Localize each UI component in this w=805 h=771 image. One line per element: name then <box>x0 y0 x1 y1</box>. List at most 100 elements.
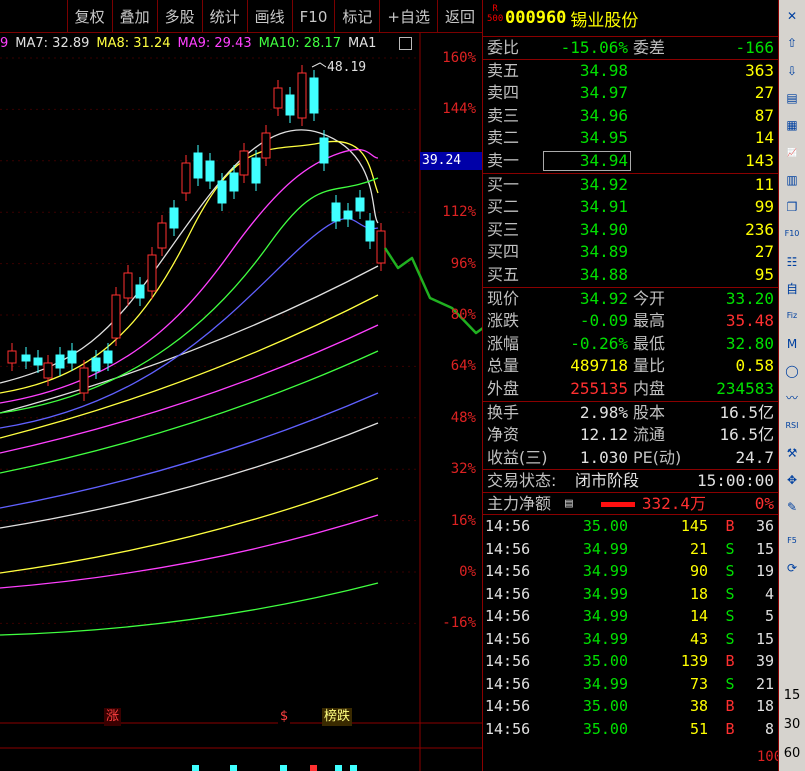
grid-icon[interactable]: ▦ <box>782 115 802 135</box>
toolbar-button-3[interactable]: 统计 <box>201 0 247 33</box>
tick-row[interactable]: 14:56 34.99 18 S 4 <box>483 583 778 606</box>
weibi-value: -15.06% <box>560 38 628 57</box>
tick-row[interactable]: 14:56 34.99 21 S 15 <box>483 538 778 561</box>
quote-stat-row[interactable]: 涨幅 -0.26% 最低 32.80 <box>483 333 778 356</box>
toolbar-button-8[interactable]: 返回 <box>436 0 482 33</box>
toolbar-button-5[interactable]: F10 <box>291 0 335 33</box>
refresh-icon[interactable]: ⟳ <box>782 558 802 578</box>
toolbar-button-6[interactable]: 标记 <box>334 0 379 33</box>
stock-header[interactable]: R 500 000960 锡业股份 <box>483 0 778 37</box>
tick-row[interactable]: 14:56 34.99 43 S 15 <box>483 628 778 651</box>
tick-row[interactable]: 14:56 34.99 73 S 21 <box>483 673 778 696</box>
toolbar-button-2[interactable]: 多股 <box>156 0 202 33</box>
report-icon[interactable]: ▤ <box>782 88 802 108</box>
tick-row[interactable]: 14:56 35.00 38 B 18 <box>483 695 778 718</box>
candle-body <box>229 172 239 192</box>
candle-body <box>7 350 17 364</box>
candle-body <box>331 202 341 222</box>
sell-level-row[interactable]: 卖五 34.98 363 <box>483 60 778 83</box>
tick-row[interactable]: 14:56 35.00 139 B 39 <box>483 650 778 673</box>
quote-stat-row[interactable]: 现价 34.92 今开 33.20 <box>483 288 778 311</box>
candle-body <box>319 137 329 164</box>
pencil-icon[interactable]: ✎ <box>782 497 802 517</box>
sell-order-book: 卖五 34.98 363 卖四 34.97 27 卖三 34.96 87 卖二 34.95 14 卖一 3… <box>483 60 778 174</box>
down-arrow-icon[interactable]: ⇩ <box>782 61 802 81</box>
candle-body <box>67 350 77 364</box>
ma-legend-item: MA9: 29.43 <box>177 36 252 51</box>
close-icon[interactable]: ✕ <box>782 6 802 26</box>
quote-stat-row[interactable]: 涨跌 -0.09 最高 35.48 <box>483 310 778 333</box>
quote-stat-row[interactable]: 外盘 255135 内盘 234583 <box>483 378 778 401</box>
event-marker[interactable]: $ <box>278 708 291 726</box>
margin-badge: R 500 <box>487 4 504 24</box>
fundamental-row[interactable]: 换手 2.98% 股本 16.5亿 <box>483 402 778 425</box>
tick-row[interactable]: 14:56 34.99 90 S 19 <box>483 560 778 583</box>
main-net-row[interactable]: 主力净额 ▤ 332.4万 0% <box>483 493 778 516</box>
ma-legend-item: MA8: 31.24 <box>96 36 171 51</box>
tick-list[interactable]: 14:56 35.00 145 B 36 14:56 34.99 21 S 15 14:56 34.9… <box>483 515 778 740</box>
buy-level-row[interactable]: 买四 34.89 27 <box>483 241 778 264</box>
candle-body <box>79 367 89 394</box>
list-icon[interactable]: ☷ <box>782 252 802 272</box>
candle-body <box>251 157 261 184</box>
up-arrow-icon[interactable]: ⇧ <box>782 33 802 53</box>
buy-level-row[interactable]: 买三 34.90 236 <box>483 219 778 242</box>
f5-icon[interactable]: F5 <box>782 531 802 551</box>
window-icon[interactable]: ❐ <box>782 197 802 217</box>
main-net-bar <box>601 501 635 507</box>
candle-body <box>55 354 65 369</box>
legend-toggle-icon[interactable] <box>399 37 412 50</box>
sell-level-row[interactable]: 卖三 34.96 87 <box>483 105 778 128</box>
percent-tick-label: -16% <box>442 615 476 632</box>
percent-tick-label: 112% <box>442 204 476 221</box>
event-marker[interactable]: 涨 <box>104 708 122 726</box>
ma-line <box>0 392 379 509</box>
circle-icon[interactable]: ◯ <box>782 361 802 381</box>
period-button[interactable]: 15 <box>780 688 804 703</box>
rsi-icon[interactable]: RSI <box>782 416 802 436</box>
quote-stat-row[interactable]: 总量 489718 量比 0.58 <box>483 355 778 378</box>
volume-bar <box>350 765 357 771</box>
sell-level-row[interactable]: 卖二 34.95 14 <box>483 127 778 150</box>
candle-body <box>169 207 179 229</box>
toolbar-button-4[interactable]: 画线 <box>246 0 292 33</box>
tick-row[interactable]: 14:56 35.00 145 B 36 <box>483 515 778 538</box>
ma-legend-item: 9 <box>0 36 9 51</box>
move-icon[interactable]: ✥ <box>782 470 802 490</box>
fiz-icon[interactable]: Fiz <box>782 306 802 326</box>
buy-level-row[interactable]: 买五 34.88 95 <box>483 264 778 287</box>
f10-icon[interactable]: F10 <box>782 224 802 244</box>
kline-chart[interactable]: 48.19 <box>0 33 482 771</box>
buy-level-row[interactable]: 买一 34.92 11 <box>483 174 778 197</box>
wave-icon[interactable]: 〰 <box>782 388 802 408</box>
toolbar-button-7[interactable]: +自选 <box>379 0 437 33</box>
toolbar-button-1[interactable]: 叠加 <box>111 0 157 33</box>
period-button[interactable]: 60 <box>780 746 804 761</box>
sell1-highlight-box <box>543 150 631 171</box>
trade-state-row: 交易状态: 闭市阶段 15:00:00 <box>483 470 778 493</box>
self-select-icon[interactable]: 自 <box>782 279 802 299</box>
tick-row[interactable]: 14:56 34.99 14 S 5 <box>483 605 778 628</box>
candle-body <box>217 180 227 204</box>
ma-line <box>0 477 379 574</box>
kline-chart-canvas[interactable]: 48.19 <box>0 33 482 771</box>
line-chart-icon[interactable]: 📈 <box>782 143 802 163</box>
kline-icon[interactable]: ▥ <box>782 170 802 190</box>
main-net-menu-icon[interactable]: ▤ <box>565 493 573 516</box>
percent-tick-label: 96% <box>450 255 476 272</box>
buy-level-row[interactable]: 买二 34.91 99 <box>483 196 778 219</box>
toolbar-button-0[interactable]: 复权 <box>66 0 112 33</box>
candle-body <box>343 210 353 220</box>
fundamental-row[interactable]: 净资 12.12 流通 16.5亿 <box>483 424 778 447</box>
sell-level-row[interactable]: 卖一 34.94 143 <box>483 150 778 173</box>
period-button[interactable]: 30 <box>780 717 804 732</box>
sell-level-row[interactable]: 卖四 34.97 27 <box>483 82 778 105</box>
volume-bar <box>310 765 317 771</box>
mh-icon[interactable]: M <box>782 334 802 354</box>
event-marker[interactable]: 榜跌 <box>322 708 353 726</box>
candle-body <box>33 357 43 366</box>
tick-row[interactable]: 14:56 35.00 51 B 8 <box>483 718 778 741</box>
fundamental-row[interactable]: 收益(三) 1.030 PE(动) 24.7 <box>483 447 778 470</box>
tools-icon[interactable]: ⚒ <box>782 443 802 463</box>
cursor-price-tag: 39.24 <box>420 152 482 170</box>
